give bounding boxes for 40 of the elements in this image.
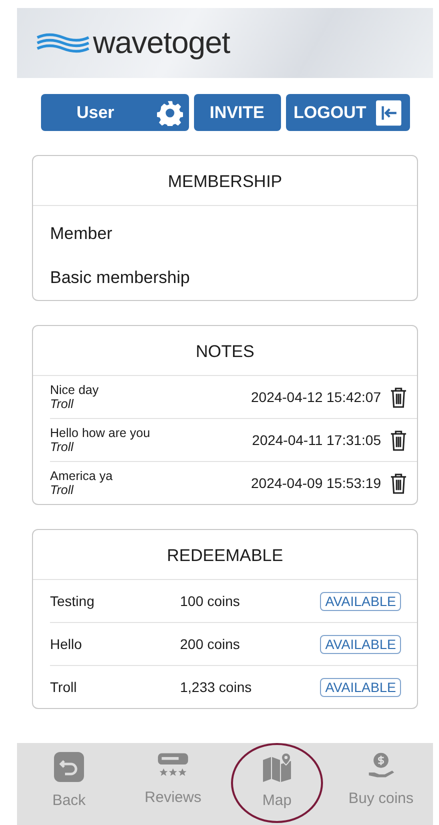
action-button[interactable]: LOGOUT <box>286 94 410 131</box>
membership-item: Basic membership <box>50 268 191 288</box>
logo-text: wavetoget <box>93 25 230 61</box>
note-author: Troll <box>50 483 75 497</box>
note-author: Troll <box>50 440 75 454</box>
card-title: MEMBERSHIP <box>33 156 417 206</box>
tab-item[interactable]: Reviews <box>121 743 225 825</box>
membership-item: Member <box>50 224 114 244</box>
note-time: 2024-04-11 17:31:05 <box>252 432 381 448</box>
note-author: Troll <box>50 397 75 411</box>
reward-name: Troll <box>50 679 78 695</box>
reward-price: 100 coins <box>180 593 241 609</box>
reward-price: 200 coins <box>180 636 241 652</box>
card-title: NOTES <box>33 326 417 376</box>
note-time: 2024-04-12 15:42:07 <box>251 389 381 405</box>
reward-name: Testing <box>50 593 96 609</box>
note-time: 2024-04-09 15:53:19 <box>251 475 381 491</box>
note-text: Hello how are you <box>50 426 152 440</box>
coin-hand-icon <box>367 752 395 780</box>
action-button[interactable]: INVITE <box>194 94 280 131</box>
note-text: America ya <box>50 469 114 483</box>
tab-item[interactable]: Buy coins <box>329 743 433 825</box>
waves-icon <box>35 32 91 54</box>
logout-icon <box>376 100 402 126</box>
map-pin-icon <box>262 752 292 782</box>
status-badge: AVAILABLE <box>320 592 401 610</box>
status-badge: AVAILABLE <box>320 634 401 654</box>
status-badge: AVAILABLE <box>320 678 401 696</box>
trash-icon[interactable] <box>390 430 407 450</box>
card-title: REDEEMABLE <box>33 530 417 580</box>
note-text: Nice day <box>50 383 100 397</box>
reward-name: Hello <box>50 636 83 652</box>
settings-icon <box>156 100 182 126</box>
action-button[interactable]: User <box>40 94 188 131</box>
tab-item[interactable]: Back <box>17 743 121 825</box>
trash-icon[interactable] <box>390 386 407 408</box>
review-stars-icon <box>157 752 189 779</box>
trash-icon[interactable] <box>390 472 407 494</box>
reward-price: 1,233 coins <box>180 679 253 695</box>
tab-item[interactable]: Map <box>225 743 329 825</box>
